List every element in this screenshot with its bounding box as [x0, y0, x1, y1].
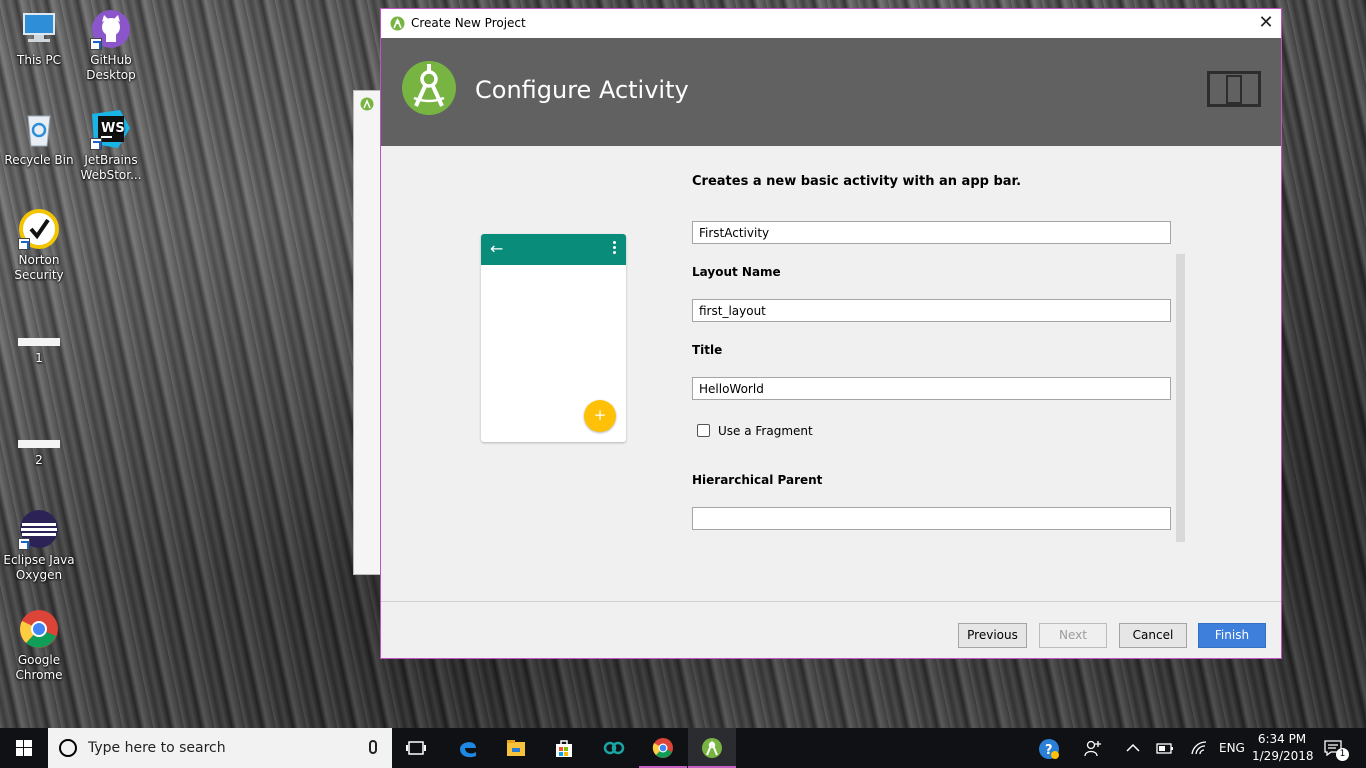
help-icon[interactable]: ? [1038, 738, 1060, 760]
blank-file-icon [18, 428, 60, 450]
title-input[interactable] [692, 377, 1171, 400]
finish-button[interactable]: Finish [1198, 623, 1266, 648]
wifi-icon[interactable] [1190, 740, 1208, 756]
blank-file-icon [18, 326, 60, 348]
taskbar-android-studio[interactable] [688, 728, 736, 768]
clock-time: 6:34 PM [1257, 732, 1307, 746]
start-button[interactable] [0, 728, 48, 768]
taskbar-search-box[interactable]: Type here to search [48, 728, 392, 768]
windows-logo-icon [16, 740, 32, 756]
taskbar-arduino[interactable] [590, 728, 638, 768]
desktop-icon-recycle-bin[interactable]: Recycle Bin [0, 108, 78, 168]
desktop-icon-chrome[interactable]: Google Chrome [0, 608, 78, 683]
svg-text:WS: WS [101, 121, 125, 136]
layout-name-input[interactable] [692, 299, 1171, 322]
previous-button[interactable]: Previous [958, 623, 1027, 648]
create-new-project-dialog: Create New Project ✕ Configure Activity … [380, 8, 1282, 659]
chrome-icon [652, 738, 673, 758]
input-language[interactable]: ENG [1219, 741, 1245, 755]
taskbar-edge[interactable] [444, 728, 492, 768]
store-icon [556, 740, 572, 757]
file-explorer-icon [507, 740, 525, 756]
footer-divider [381, 601, 1281, 602]
microphone-icon[interactable] [369, 740, 377, 754]
activity-description: Creates a new basic activity with an app… [692, 174, 1022, 189]
android-studio-icon [390, 16, 405, 31]
page-title: Configure Activity [475, 76, 689, 104]
shortcut-arrow-icon [90, 38, 102, 50]
arduino-icon [603, 741, 625, 755]
dialog-titlebar[interactable]: Create New Project ✕ [381, 9, 1281, 38]
preview-app-bar: ← [481, 234, 626, 265]
eclipse-icon [18, 508, 60, 550]
hierarchical-parent-label: Hierarchical Parent [692, 473, 823, 487]
taskbar-chrome[interactable] [639, 728, 687, 768]
system-clock[interactable]: 6:34 PM 1/29/2018 [1252, 731, 1314, 765]
action-center-button[interactable]: 1 [1322, 738, 1352, 761]
search-placeholder: Type here to search [88, 740, 226, 756]
clock-date: 1/29/2018 [1252, 749, 1314, 763]
use-fragment-checkbox[interactable] [697, 424, 710, 437]
android-studio-icon [360, 97, 374, 111]
window-title: Create New Project [411, 16, 526, 30]
title-label: Title [692, 343, 723, 357]
github-icon [90, 8, 132, 50]
desktop-icon-norton[interactable]: Norton Security [0, 208, 78, 283]
desktop-icon-webstorm[interactable]: WS JetBrains WebStor... [72, 108, 150, 183]
desktop-icon-eclipse[interactable]: Eclipse Java Oxygen [0, 508, 78, 583]
recycle-bin-icon [18, 108, 60, 150]
taskbar-store[interactable] [540, 728, 588, 768]
activity-name-input[interactable] [692, 221, 1171, 244]
overflow-menu-icon [613, 241, 616, 256]
dialog-header: Configure Activity [381, 38, 1281, 146]
taskbar: Type here to search ? ENG 6:34 PM 1/29/2… [0, 728, 1366, 768]
shortcut-arrow-icon [90, 138, 102, 150]
hierarchical-parent-input[interactable] [692, 507, 1171, 530]
dialog-content: ← + Creates a new basic activity with an… [381, 146, 1281, 601]
layout-name-label: Layout Name [692, 265, 781, 279]
task-view-icon [406, 741, 426, 755]
desktop-icon-this-pc[interactable]: This PC [0, 8, 78, 68]
form-scrollbar[interactable] [1176, 254, 1185, 542]
computer-icon [18, 8, 60, 50]
next-button[interactable]: Next [1039, 623, 1107, 648]
chrome-icon [18, 608, 60, 650]
webstorm-icon: WS [90, 108, 132, 150]
taskbar-file-explorer[interactable] [492, 728, 540, 768]
people-icon[interactable] [1084, 739, 1102, 757]
desktop-icon-file-1[interactable]: 1 [0, 326, 78, 366]
desktop-icon-github-desktop[interactable]: GitHub Desktop [72, 8, 150, 83]
activity-preview: ← + [481, 234, 626, 442]
close-button[interactable]: ✕ [1251, 9, 1281, 38]
notification-count-badge: 1 [1336, 748, 1349, 761]
android-studio-logo-icon [402, 61, 456, 115]
back-arrow-icon: ← [490, 239, 504, 258]
shortcut-arrow-icon [18, 238, 30, 250]
chevron-up-icon[interactable] [1126, 742, 1140, 754]
shortcut-arrow-icon [18, 538, 30, 550]
device-form-factor-icon [1207, 71, 1261, 107]
cancel-button[interactable]: Cancel [1119, 623, 1187, 648]
cortana-icon [59, 739, 77, 757]
norton-icon [18, 208, 60, 250]
battery-icon[interactable] [1156, 740, 1174, 756]
android-studio-icon [702, 738, 722, 758]
use-fragment-label[interactable]: Use a Fragment [718, 424, 813, 438]
task-view-button[interactable] [392, 728, 440, 768]
background-window[interactable] [353, 90, 383, 575]
edge-icon [460, 742, 476, 758]
preview-fab-icon: + [584, 400, 616, 432]
desktop-icon-file-2[interactable]: 2 [0, 428, 78, 468]
